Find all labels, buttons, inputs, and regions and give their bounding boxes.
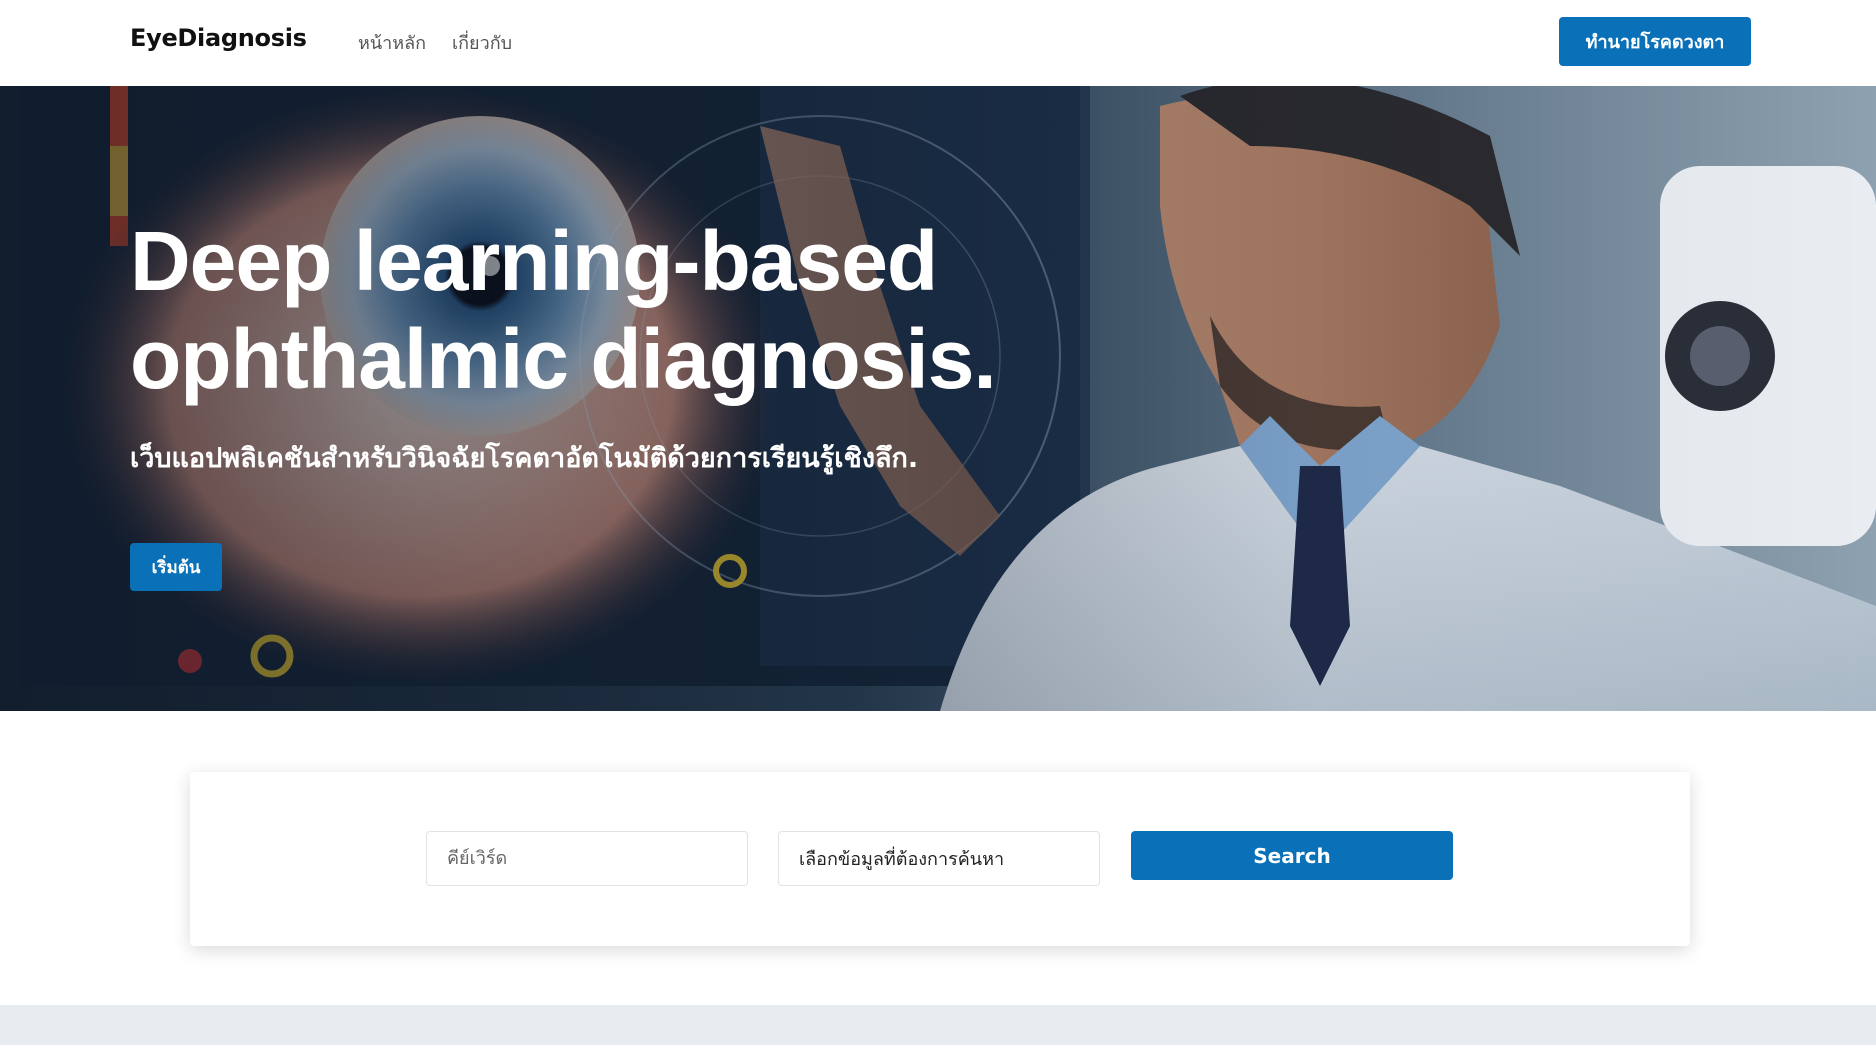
top-navbar: EyeDiagnosis หน้าหลัก เกี่ยวกับ ทำนายโรค…	[0, 0, 1876, 86]
footer-band	[0, 1005, 1876, 1045]
hero-title: Deep learning-based ophthalmic diagnosis…	[130, 214, 997, 406]
nav-link-about[interactable]: เกี่ยวกับ	[452, 28, 512, 57]
search-category-select[interactable]: เลือกข้อมูลที่ต้องการค้นหา	[778, 831, 1100, 886]
search-panel: เลือกข้อมูลที่ต้องการค้นหา Search	[190, 772, 1690, 946]
search-button[interactable]: Search	[1131, 831, 1453, 880]
keyword-input[interactable]	[426, 831, 748, 886]
nav-link-home[interactable]: หน้าหลัก	[358, 28, 426, 57]
predict-eye-disease-button[interactable]: ทำนายโรคดวงตา	[1559, 17, 1751, 66]
get-started-button[interactable]: เริ่มต้น	[130, 543, 222, 591]
hero-banner: Deep learning-based ophthalmic diagnosis…	[0, 86, 1876, 711]
hero-subtitle: เว็บแอปพลิเคชันสำหรับวินิจฉัยโรคตาอัตโนม…	[130, 443, 919, 474]
search-category-value: เลือกข้อมูลที่ต้องการค้นหา	[799, 849, 1005, 870]
brand-logo[interactable]: EyeDiagnosis	[130, 24, 307, 52]
